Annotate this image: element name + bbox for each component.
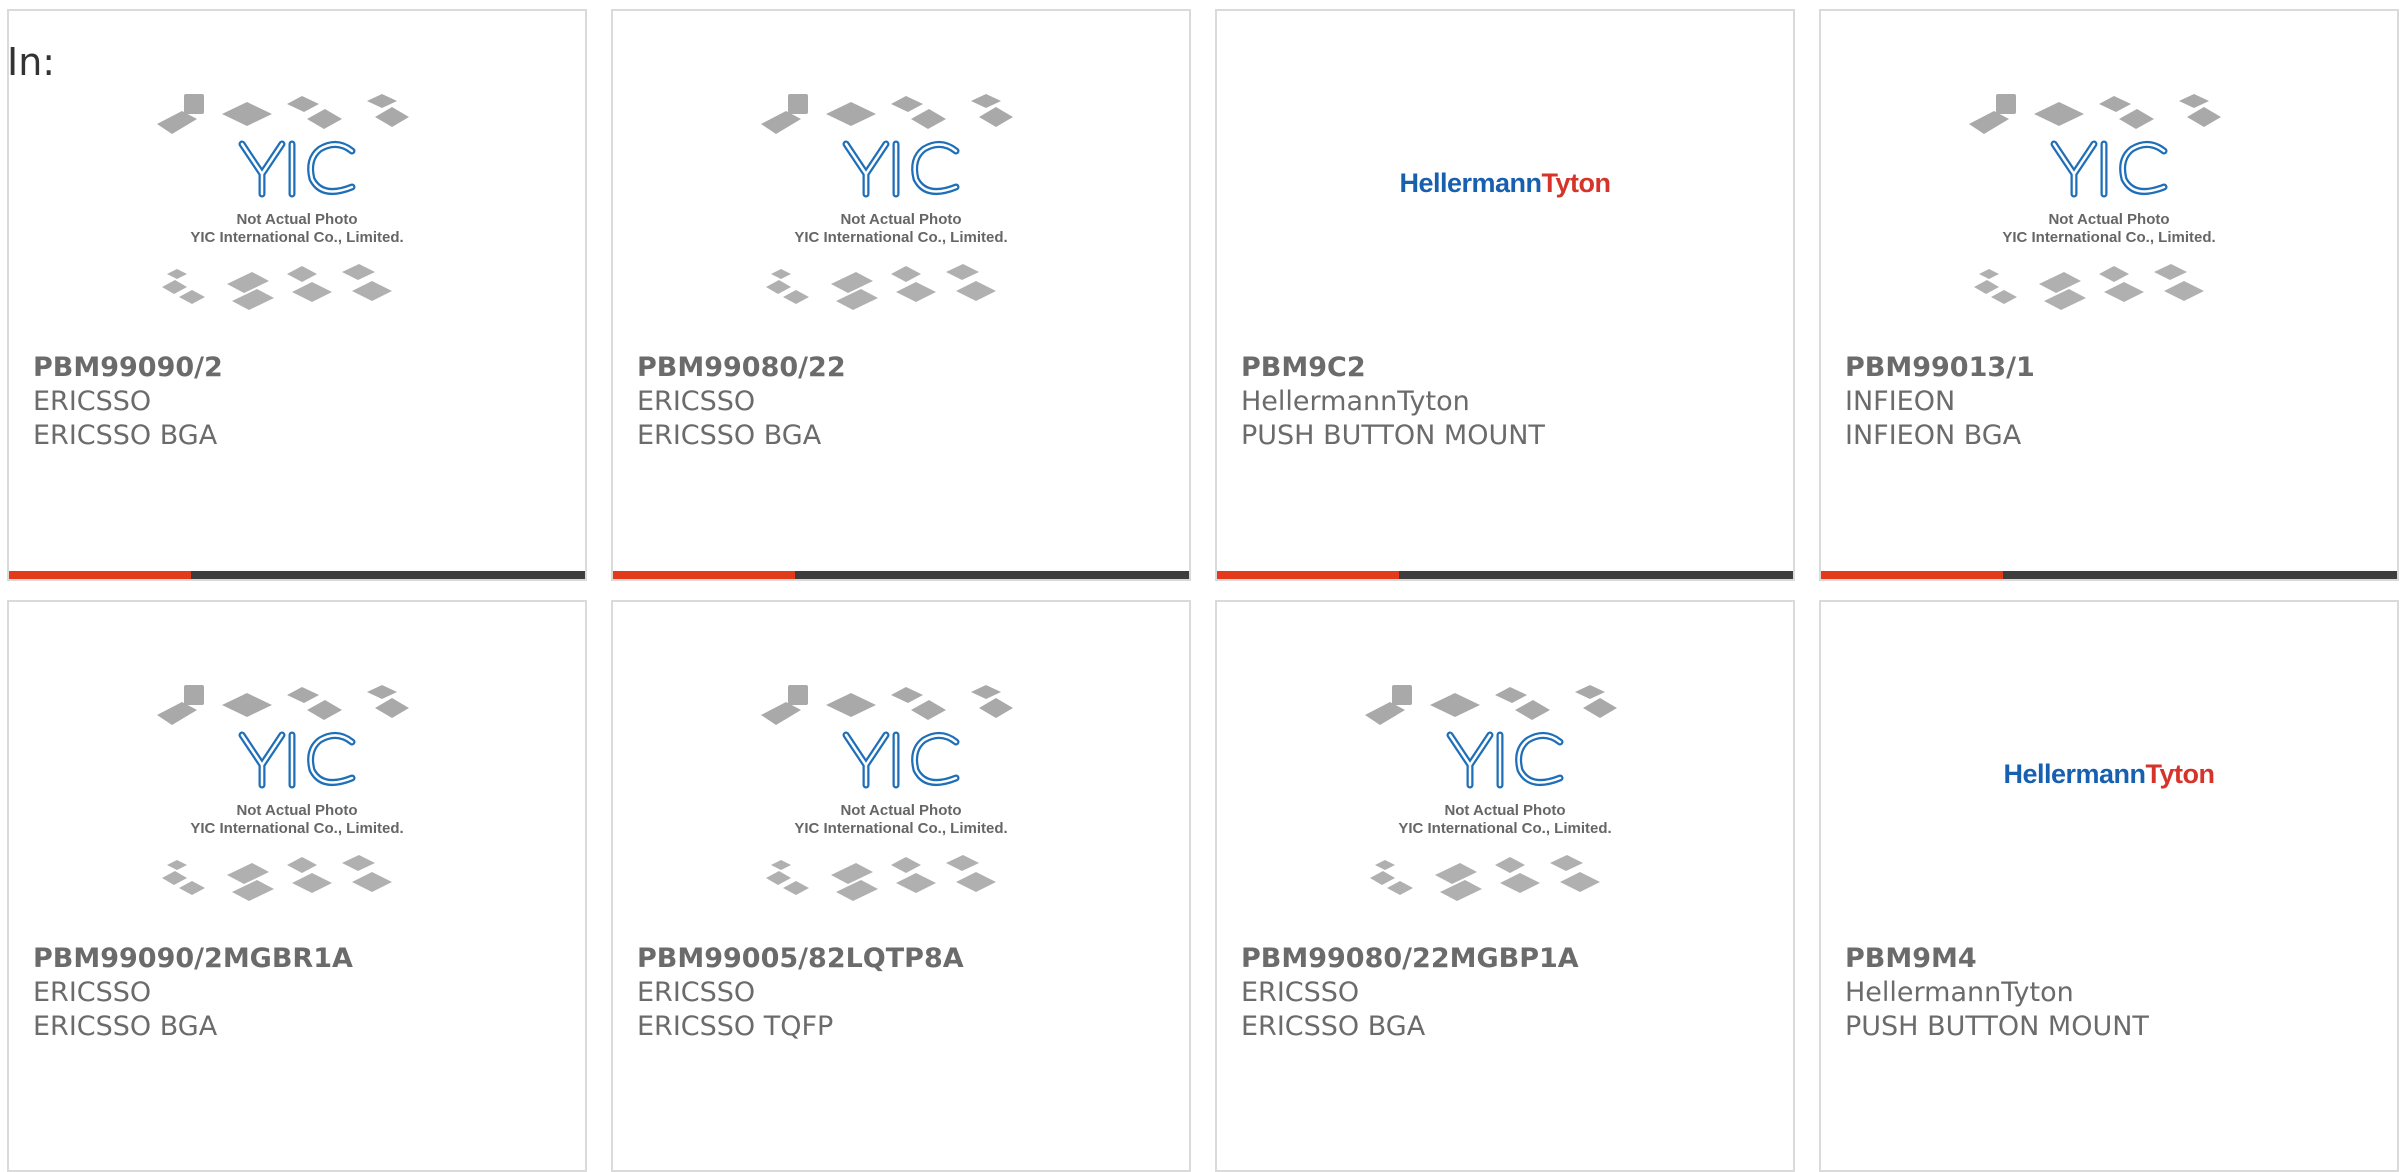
part-number[interactable]: PBM99013/1 <box>1845 351 2035 385</box>
part-number[interactable]: PBM99080/22 <box>637 351 846 385</box>
product-image[interactable]: Not Actual Photo YIC International Co., … <box>613 680 1189 955</box>
manufacturer: HellermannTyton <box>1845 977 2074 1008</box>
manufacturer: ERICSSO <box>637 977 756 1008</box>
product-image[interactable]: Not Actual Photo YIC International Co., … <box>9 89 585 364</box>
logo-text-part2: Tyton <box>2145 759 2215 789</box>
product-card[interactable]: HellermannTyton PBM9C2 HellermannTyton PUSH… <box>1215 9 1795 581</box>
placeholder-caption-line1: Not Actual Photo <box>236 802 357 819</box>
card-accent-bar <box>613 571 1189 579</box>
product-card[interactable]: Not Actual Photo YIC International Co., … <box>1215 600 1795 1172</box>
yic-placeholder-image: Not Actual Photo YIC International Co., … <box>157 94 409 310</box>
description: ERICSSO BGA <box>33 420 218 451</box>
placeholder-caption-line1: Not Actual Photo <box>840 802 961 819</box>
part-number[interactable]: PBM99005/82LQTP8A <box>637 942 964 976</box>
description: ERICSSO BGA <box>637 420 822 451</box>
product-card[interactable]: Not Actual Photo YIC International Co., … <box>1819 9 2399 581</box>
placeholder-caption-line1: Not Actual Photo <box>236 211 357 228</box>
description: ERICSSO TQFP <box>637 1011 834 1042</box>
part-number[interactable]: PBM99080/22MGBP1A <box>1241 942 1579 976</box>
product-grid: Not Actual Photo YIC International Co., … <box>7 9 2400 1172</box>
part-number[interactable]: PBM99090/2MGBR1A <box>33 942 353 976</box>
manufacturer: ERICSSO <box>33 386 152 417</box>
hellermanntyton-logo: HellermannTyton <box>1399 168 1611 199</box>
logo-text-part2: Tyton <box>1541 168 1611 198</box>
yic-placeholder-image: Not Actual Photo YIC International Co., … <box>157 685 409 901</box>
product-image[interactable]: Not Actual Photo YIC International Co., … <box>613 89 1189 364</box>
product-card[interactable]: HellermannTyton PBM9M4 HellermannTyton PUSH… <box>1819 600 2399 1172</box>
part-number[interactable]: PBM9M4 <box>1845 942 2149 976</box>
hellermanntyton-logo: HellermannTyton <box>2003 759 2215 790</box>
yic-placeholder-image: Not Actual Photo YIC International Co., … <box>1365 685 1617 901</box>
product-card[interactable]: Not Actual Photo YIC International Co., … <box>611 600 1191 1172</box>
manufacturer: ERICSSO <box>33 977 152 1008</box>
product-info: PBM99013/1 INFIEON INFIEON BGA <box>1845 351 2035 453</box>
description: ERICSSO BGA <box>33 1011 218 1042</box>
manufacturer: ERICSSO <box>637 386 756 417</box>
product-info: PBM99090/2MGBR1A ERICSSO ERICSSO BGA <box>33 942 353 1044</box>
placeholder-caption-line2: YIC International Co., Limited. <box>794 820 1007 837</box>
product-info: PBM99080/22 ERICSSO ERICSSO BGA <box>637 351 846 453</box>
card-accent-bar <box>1217 571 1793 579</box>
product-card[interactable]: Not Actual Photo YIC International Co., … <box>611 9 1191 581</box>
description: PUSH BUTTON MOUNT <box>1241 420 1545 451</box>
product-info: PBM99080/22MGBP1A ERICSSO ERICSSO BGA <box>1241 942 1579 1044</box>
product-info: PBM9C2 HellermannTyton PUSH BUTTON MOUNT <box>1241 351 1545 453</box>
manufacturer: ERICSSO <box>1241 977 1360 1008</box>
manufacturer: INFIEON <box>1845 386 1956 417</box>
product-card[interactable]: Not Actual Photo YIC International Co., … <box>7 9 587 581</box>
part-number[interactable]: PBM9C2 <box>1241 351 1545 385</box>
card-accent-bar <box>1821 571 2397 579</box>
product-image[interactable]: Not Actual Photo YIC International Co., … <box>9 680 585 955</box>
yic-placeholder-image: Not Actual Photo YIC International Co., … <box>761 685 1013 901</box>
product-info: PBM9M4 HellermannTyton PUSH BUTTON MOUNT <box>1845 942 2149 1044</box>
card-accent-bar <box>9 571 585 579</box>
product-image[interactable]: HellermannTyton <box>1821 677 2397 952</box>
description: INFIEON BGA <box>1845 420 2022 451</box>
description: ERICSSO BGA <box>1241 1011 1426 1042</box>
description: PUSH BUTTON MOUNT <box>1845 1011 2149 1042</box>
product-info: PBM99005/82LQTP8A ERICSSO ERICSSO TQFP <box>637 942 964 1044</box>
placeholder-caption-line2: YIC International Co., Limited. <box>190 820 403 837</box>
product-card[interactable]: Not Actual Photo YIC International Co., … <box>7 600 587 1172</box>
in-label: In: <box>7 40 56 84</box>
placeholder-caption-line2: YIC International Co., Limited. <box>2002 229 2215 246</box>
product-image[interactable]: HellermannTyton <box>1217 86 1793 361</box>
product-info: PBM99090/2 ERICSSO ERICSSO BGA <box>33 351 223 453</box>
product-image[interactable]: Not Actual Photo YIC International Co., … <box>1217 680 1793 955</box>
placeholder-caption-line2: YIC International Co., Limited. <box>794 229 1007 246</box>
logo-text-part1: Hellermann <box>1399 168 1542 198</box>
product-image[interactable]: Not Actual Photo YIC International Co., … <box>1821 89 2397 364</box>
manufacturer: HellermannTyton <box>1241 386 1470 417</box>
logo-text-part1: Hellermann <box>2003 759 2146 789</box>
part-number[interactable]: PBM99090/2 <box>33 351 223 385</box>
placeholder-caption-line2: YIC International Co., Limited. <box>190 229 403 246</box>
placeholder-caption-line1: Not Actual Photo <box>2048 211 2169 228</box>
placeholder-caption-line2: YIC International Co., Limited. <box>1398 820 1611 837</box>
placeholder-caption-line1: Not Actual Photo <box>840 211 961 228</box>
yic-placeholder-image: Not Actual Photo YIC International Co., … <box>1969 94 2221 310</box>
placeholder-caption-line1: Not Actual Photo <box>1444 802 1565 819</box>
yic-placeholder-image: Not Actual Photo YIC International Co., … <box>761 94 1013 310</box>
